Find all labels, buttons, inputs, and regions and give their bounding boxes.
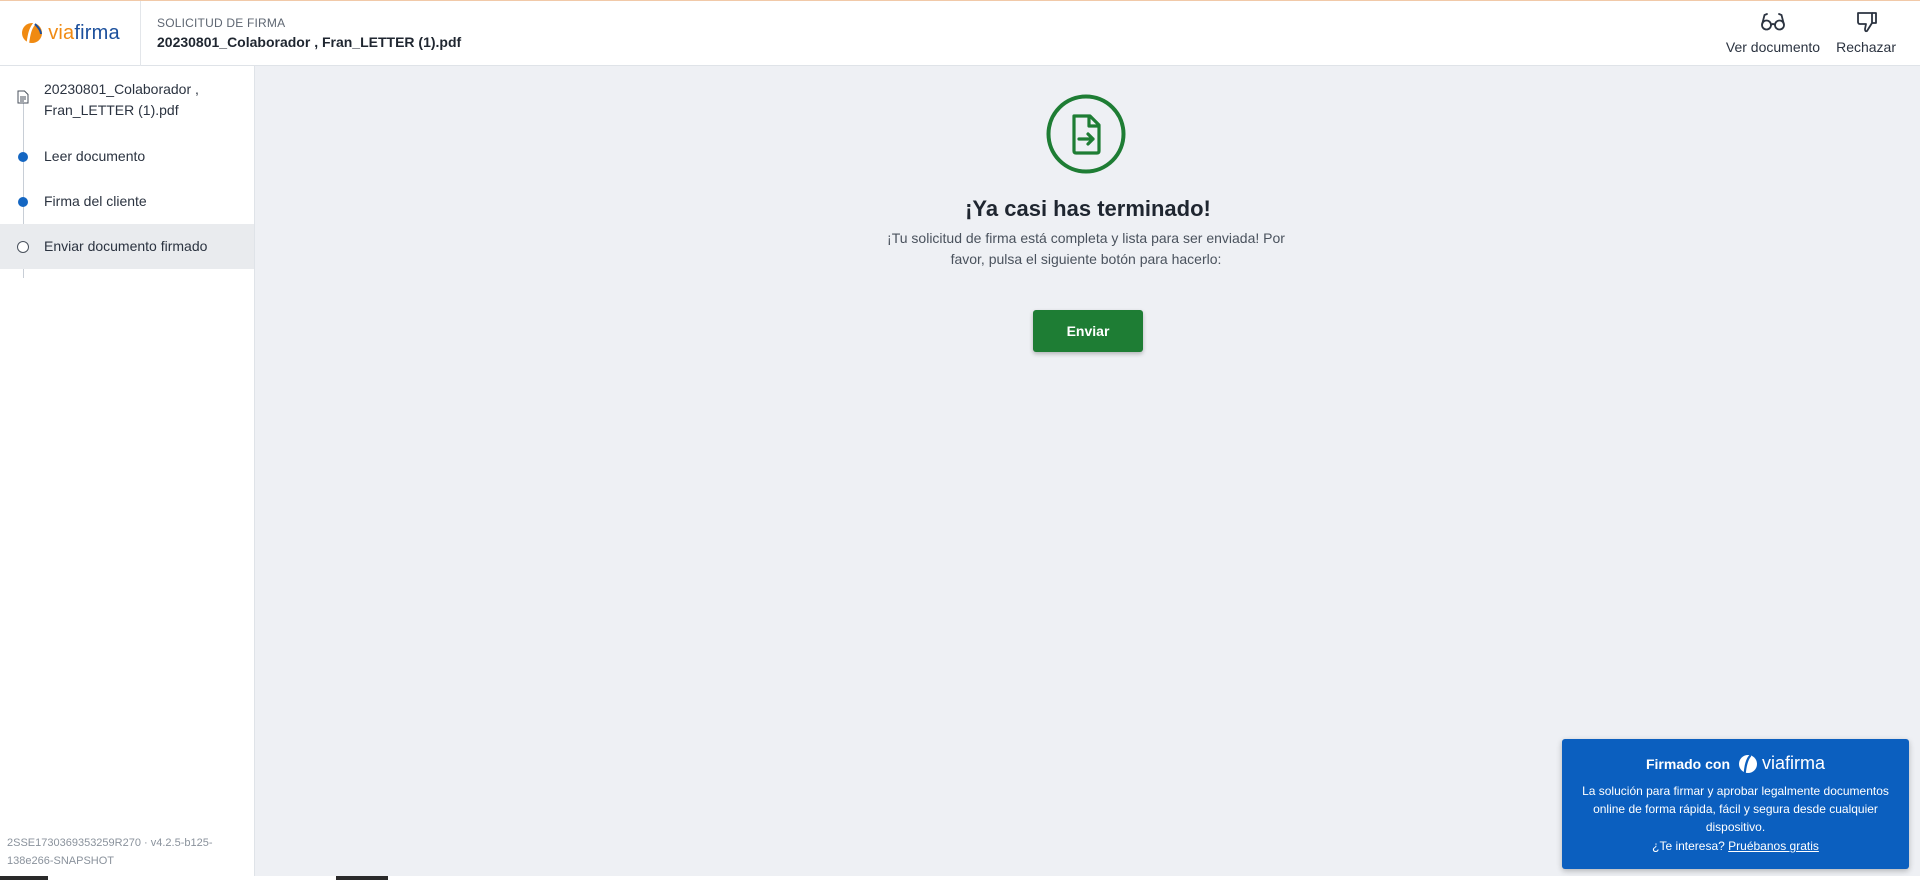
step-done-dot bbox=[18, 152, 28, 162]
reject-label: Rechazar bbox=[1836, 39, 1896, 55]
logo-firma-text: firma bbox=[74, 21, 120, 44]
viafirma-logo-icon bbox=[1739, 754, 1757, 774]
logo-wordmark: viafirma bbox=[48, 22, 120, 45]
completion-message: ¡Tu solicitud de firma está completa y l… bbox=[887, 230, 1285, 267]
header-actions: Ver documento Rechazar bbox=[1718, 1, 1920, 65]
step-client-signature[interactable]: Firma del cliente bbox=[0, 179, 254, 224]
promo-question: ¿Te interesa? bbox=[1652, 839, 1725, 853]
step-label: Enviar documento firmado bbox=[44, 238, 208, 254]
step-current-ring bbox=[17, 241, 29, 253]
step-send-signed-document[interactable]: Enviar documento firmado bbox=[0, 224, 254, 269]
version-info: 2SSE1730369353259R270 · v4.2.5-b125-138e… bbox=[7, 837, 213, 867]
completion-title: ¡Ya casi has terminado! bbox=[965, 196, 1211, 221]
try-free-link[interactable]: Pruébanos gratis bbox=[1728, 839, 1819, 853]
page-kicker: SOLICITUD DE FIRMA bbox=[157, 16, 286, 30]
bottom-strip bbox=[0, 876, 1920, 880]
document-title-block: SOLICITUD DE FIRMA 20230801_Colaborador … bbox=[141, 16, 461, 50]
step-document-file[interactable]: 20230801_Colaborador , Fran_LETTER (1).p… bbox=[0, 66, 254, 134]
thumbs-down-icon bbox=[1857, 12, 1877, 33]
page-title: 20230801_Colaborador , Fran_LETTER (1).p… bbox=[157, 34, 462, 50]
bottom-strip-segment bbox=[388, 876, 1920, 880]
reject-button[interactable]: Rechazar bbox=[1828, 1, 1920, 65]
step-label: Leer documento bbox=[44, 148, 146, 164]
promo-logo: viafirma bbox=[1738, 753, 1825, 774]
viafirma-logo-icon bbox=[22, 22, 43, 44]
viafirma-promo-card: Firmado con viafirma La solución para fi… bbox=[1562, 739, 1909, 869]
promo-brand: viafirma bbox=[1762, 753, 1826, 773]
send-button[interactable]: Enviar bbox=[1033, 310, 1143, 352]
viafirma-logo[interactable]: viafirma bbox=[0, 0, 141, 66]
promo-signed-with: Firmado con bbox=[1645, 755, 1730, 772]
step-label: Firma del cliente bbox=[44, 193, 147, 209]
view-document-button[interactable]: Ver documento bbox=[1718, 1, 1828, 65]
document-arrow-icon bbox=[1046, 94, 1126, 174]
step-done-dot bbox=[18, 197, 28, 207]
promo-header: Firmado con viafirma bbox=[1576, 753, 1895, 774]
bottom-strip-segment bbox=[48, 876, 336, 880]
view-document-label: Ver documento bbox=[1725, 39, 1821, 55]
promo-description: La solución para firmar y aprobar legalm… bbox=[1582, 784, 1889, 834]
promo-cta: ¿Te interesa? Pruébanos gratis bbox=[1576, 839, 1895, 853]
top-header: viafirma SOLICITUD DE FIRMA 20230801_Col… bbox=[0, 0, 1920, 66]
logo-via-text: via bbox=[48, 21, 75, 44]
document-icon bbox=[17, 90, 29, 104]
step-read-document[interactable]: Leer documento bbox=[0, 134, 254, 179]
glasses-icon bbox=[1761, 13, 1785, 31]
step-label: 20230801_Colaborador , Fran_LETTER (1).p… bbox=[44, 81, 199, 118]
step-list: 20230801_Colaborador , Fran_LETTER (1).p… bbox=[0, 66, 254, 278]
steps-sidebar: 20230801_Colaborador , Fran_LETTER (1).p… bbox=[0, 66, 255, 880]
